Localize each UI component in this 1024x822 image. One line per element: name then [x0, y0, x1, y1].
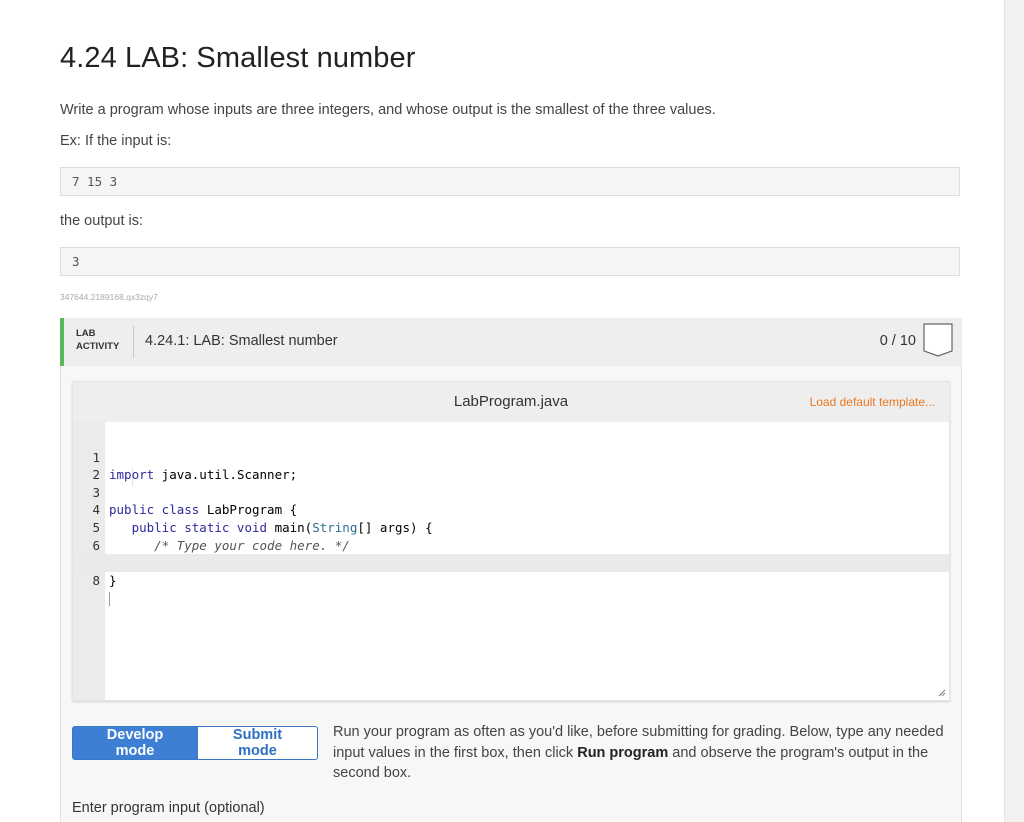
load-default-template-link[interactable]: Load default template... — [810, 395, 935, 409]
code-line[interactable]: 6 } — [73, 519, 949, 571]
code-line[interactable]: 3 public class LabProgram { — [73, 466, 949, 518]
line-number: 8 — [92, 572, 100, 588]
lab-tag-line2: ACTIVITY — [76, 341, 120, 352]
tracking-id: 347644.2189168.qx3zqy7 — [60, 292, 158, 302]
lab-tag-line1: LAB — [76, 328, 96, 339]
problem-description: Write a program whose inputs are three i… — [60, 102, 716, 118]
submit-mode-button[interactable]: Submit mode — [198, 726, 318, 760]
lab-activity-header: LAB ACTIVITY 4.24.1: LAB: Smallest numbe… — [60, 318, 962, 366]
code-line[interactable]: 1 import java.util.Scanner; — [73, 431, 949, 483]
score-text: 0 / 10 — [879, 333, 916, 349]
lab-activity-tag: LAB ACTIVITY — [76, 327, 119, 353]
develop-mode-button[interactable]: Develop mode — [72, 726, 198, 760]
code-line[interactable]: 2 — [73, 449, 949, 482]
code-line[interactable]: 5 /* Type your code here. */ — [73, 501, 949, 553]
lab-activity-title: 4.24.1: LAB: Smallest number — [145, 333, 338, 349]
page-title: 4.24 LAB: Smallest number — [60, 42, 416, 74]
example-input-label: Ex: If the input is: — [60, 133, 172, 149]
code-editor[interactable]: LabProgram.java Load default template...… — [72, 381, 950, 701]
line-code — [109, 589, 110, 607]
score-badge-icon — [923, 323, 953, 357]
program-input-label: Enter program input (optional) — [72, 800, 265, 816]
header-divider — [133, 326, 134, 358]
page-scrollbar[interactable] — [1004, 0, 1024, 822]
example-output-label: the output is: — [60, 213, 144, 229]
resize-handle-icon[interactable] — [937, 688, 946, 697]
text-cursor — [109, 591, 110, 606]
active-code-line[interactable]: 8 — [73, 554, 949, 606]
example-input-box: 7 15 3 — [60, 167, 960, 196]
code-line[interactable]: 7 } — [73, 537, 949, 588]
mode-help-text: Run your program as often as you'd like,… — [333, 722, 948, 784]
editor-toolbar: LabProgram.java Load default template... — [73, 382, 949, 422]
code-area[interactable]: 1 import java.util.Scanner; 2 3 public c… — [73, 431, 949, 606]
code-line[interactable]: 4 public static void main(String[] args)… — [73, 484, 949, 535]
mode-toggle: Develop mode Submit mode — [72, 726, 318, 760]
example-output-box: 3 — [60, 247, 960, 276]
run-program-emphasis: Run program — [577, 744, 669, 761]
